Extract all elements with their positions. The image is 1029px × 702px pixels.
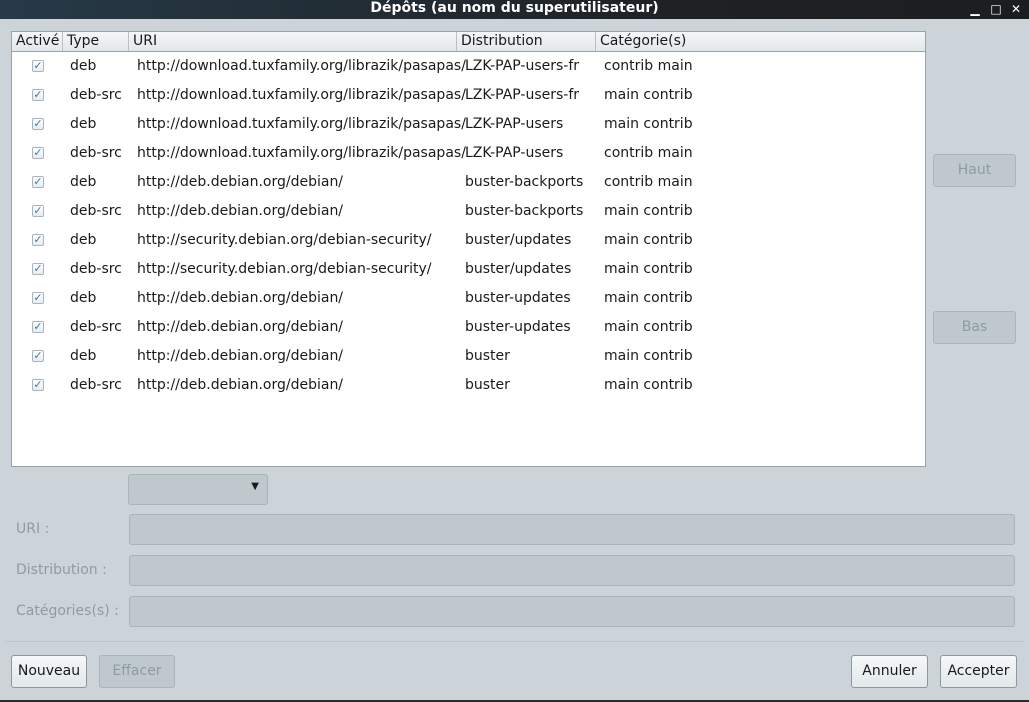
distribution-label: Distribution : (16, 562, 107, 578)
categories-cell: main contrib (604, 116, 693, 132)
column-header-type[interactable]: Type (63, 32, 129, 51)
enabled-checkbox[interactable]: ✓ (32, 234, 44, 246)
type-cell: deb-src (70, 319, 122, 335)
distribution-cell: LZK-PAP-users-fr (465, 87, 580, 103)
type-combo[interactable]: ▼ (128, 474, 268, 505)
type-cell: deb (70, 58, 97, 74)
type-cell: deb-src (70, 203, 122, 219)
minimize-icon[interactable]: ▁ (967, 1, 983, 17)
cancel-button[interactable]: Annuler (851, 655, 928, 688)
column-header-categories[interactable]: Catégorie(s) (596, 32, 925, 51)
column-header-uri[interactable]: URI (129, 32, 457, 51)
distribution-cell: buster (465, 348, 510, 364)
uri-cell: http://deb.debian.org/debian/ (137, 348, 344, 364)
categories-cell: contrib main (604, 58, 693, 74)
title-bar: Dépôts (au nom du superutilisateur) ▁ □ … (0, 0, 1029, 19)
categories-cell: main contrib (604, 290, 693, 306)
enabled-checkbox[interactable]: ✓ (32, 263, 44, 275)
close-icon[interactable]: ✕ (1008, 1, 1024, 17)
distribution-input[interactable] (129, 555, 1015, 586)
distribution-cell: LZK-PAP-users (465, 116, 564, 132)
uri-cell: http://download.tuxfamily.org/librazik/p… (137, 87, 466, 103)
enabled-checkbox[interactable]: ✓ (32, 60, 44, 72)
repository-list[interactable]: Activé Type URI Distribution Catégorie(s… (11, 31, 926, 467)
table-row[interactable]: ✓ deb http://deb.debian.org/debian/ bust… (12, 168, 925, 197)
table-row[interactable]: ✓ deb http://security.debian.org/debian-… (12, 226, 925, 255)
distribution-cell: buster (465, 377, 510, 393)
enabled-checkbox[interactable]: ✓ (32, 118, 44, 130)
delete-button[interactable]: Effacer (99, 655, 175, 688)
categories-input[interactable] (129, 596, 1015, 627)
uri-input[interactable] (129, 514, 1015, 545)
distribution-cell: LZK-PAP-users-fr (465, 58, 580, 74)
enabled-checkbox[interactable]: ✓ (32, 379, 44, 391)
enabled-checkbox[interactable]: ✓ (32, 321, 44, 333)
uri-cell: http://deb.debian.org/debian/ (137, 174, 344, 190)
table-row[interactable]: ✓ deb http://download.tuxfamily.org/libr… (12, 52, 925, 81)
table-row[interactable]: ✓ deb http://deb.debian.org/debian/ bust… (12, 342, 925, 371)
uri-cell: http://deb.debian.org/debian/ (137, 319, 344, 335)
table-row[interactable]: ✓ deb-src http://download.tuxfamily.org/… (12, 81, 925, 110)
categories-cell: main contrib (604, 232, 693, 248)
column-header-distribution[interactable]: Distribution (457, 32, 596, 51)
table-row[interactable]: ✓ deb-src http://deb.debian.org/debian/ … (12, 313, 925, 342)
type-cell: deb (70, 348, 97, 364)
uri-cell: http://security.debian.org/debian-securi… (137, 261, 432, 277)
list-header: Activé Type URI Distribution Catégorie(s… (12, 32, 925, 52)
categories-cell: main contrib (604, 261, 693, 277)
type-cell: deb-src (70, 87, 122, 103)
window-title: Dépôts (au nom du superutilisateur) (370, 0, 659, 16)
uri-cell: http://download.tuxfamily.org/librazik/p… (137, 145, 466, 161)
distribution-cell: buster/updates (465, 232, 572, 248)
uri-cell: http://download.tuxfamily.org/librazik/p… (137, 58, 466, 74)
distribution-cell: buster-backports (465, 174, 584, 190)
type-cell: deb (70, 116, 97, 132)
enabled-checkbox[interactable]: ✓ (32, 350, 44, 362)
categories-cell: contrib main (604, 145, 693, 161)
uri-cell: http://deb.debian.org/debian/ (137, 203, 344, 219)
table-row[interactable]: ✓ deb http://download.tuxfamily.org/libr… (12, 110, 925, 139)
type-cell: deb (70, 232, 97, 248)
enabled-checkbox[interactable]: ✓ (32, 292, 44, 304)
table-row[interactable]: ✓ deb-src http://deb.debian.org/debian/ … (12, 197, 925, 226)
uri-cell: http://download.tuxfamily.org/librazik/p… (137, 116, 466, 132)
table-row[interactable]: ✓ deb-src http://deb.debian.org/debian/ … (12, 371, 925, 400)
uri-cell: http://deb.debian.org/debian/ (137, 377, 344, 393)
enabled-checkbox[interactable]: ✓ (32, 89, 44, 101)
table-row[interactable]: ✓ deb-src http://download.tuxfamily.org/… (12, 139, 925, 168)
uri-label: URI : (16, 521, 50, 537)
type-cell: deb-src (70, 145, 122, 161)
distribution-cell: buster-updates (465, 319, 571, 335)
type-cell: deb (70, 174, 97, 190)
uri-cell: http://deb.debian.org/debian/ (137, 290, 344, 306)
categories-cell: main contrib (604, 377, 693, 393)
categories-cell: main contrib (604, 319, 693, 335)
type-cell: deb (70, 290, 97, 306)
uri-cell: http://security.debian.org/debian-securi… (137, 232, 432, 248)
enabled-checkbox[interactable]: ✓ (32, 176, 44, 188)
table-row[interactable]: ✓ deb http://deb.debian.org/debian/ bust… (12, 284, 925, 313)
categories-label: Catégories(s) : (16, 603, 119, 619)
enabled-checkbox[interactable]: ✓ (32, 147, 44, 159)
categories-cell: main contrib (604, 87, 693, 103)
down-button[interactable]: Bas (933, 311, 1016, 344)
table-row[interactable]: ✓ deb-src http://security.debian.org/deb… (12, 255, 925, 284)
categories-cell: contrib main (604, 174, 693, 190)
chevron-down-icon: ▼ (251, 481, 259, 492)
accept-button[interactable]: Accepter (940, 655, 1017, 688)
categories-cell: main contrib (604, 203, 693, 219)
up-button[interactable]: Haut (933, 154, 1016, 187)
categories-cell: main contrib (604, 348, 693, 364)
column-header-active[interactable]: Activé (12, 32, 63, 51)
type-cell: deb-src (70, 377, 122, 393)
enabled-checkbox[interactable]: ✓ (32, 205, 44, 217)
separator (5, 641, 1024, 642)
new-button[interactable]: Nouveau (11, 655, 87, 688)
distribution-cell: buster-backports (465, 203, 584, 219)
distribution-cell: buster/updates (465, 261, 572, 277)
distribution-cell: LZK-PAP-users (465, 145, 564, 161)
type-cell: deb-src (70, 261, 122, 277)
distribution-cell: buster-updates (465, 290, 571, 306)
maximize-icon[interactable]: □ (988, 1, 1004, 17)
